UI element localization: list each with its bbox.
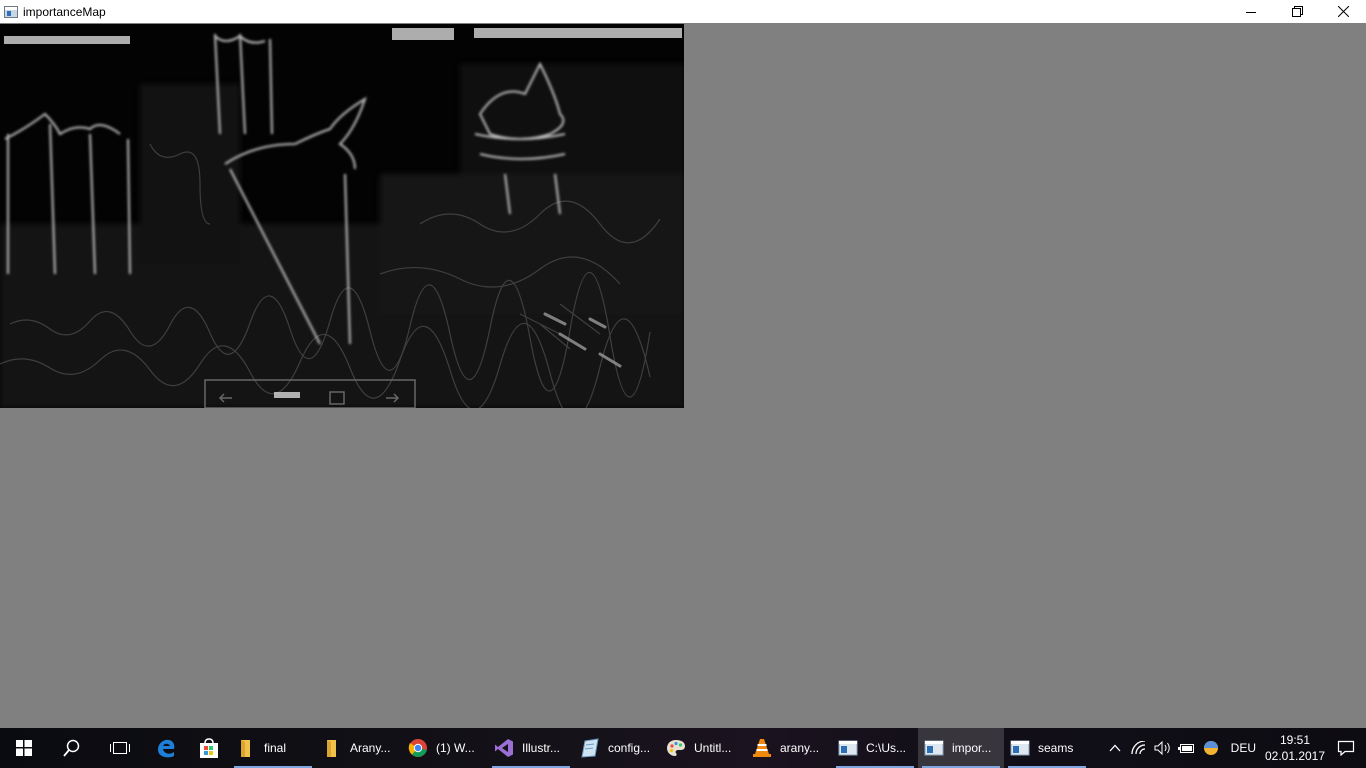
close-icon	[1337, 6, 1349, 17]
app-window-icon[interactable]	[4, 5, 18, 18]
search-button[interactable]	[48, 728, 96, 768]
minimize-button[interactable]	[1228, 0, 1274, 23]
taskbar-app-label: seams	[1038, 741, 1074, 755]
taskbar-app-label: C:\Us...	[866, 741, 907, 755]
close-button[interactable]	[1320, 0, 1366, 23]
edge-icon	[157, 739, 174, 758]
start-button[interactable]	[0, 728, 48, 768]
volume-icon	[1154, 741, 1170, 755]
chevron-up-icon	[1109, 744, 1121, 752]
search-icon	[63, 739, 80, 757]
chrome-icon	[408, 739, 427, 757]
folder-icon	[327, 740, 336, 757]
notepad-icon	[581, 738, 599, 758]
window-controls	[1228, 0, 1366, 23]
taskbar-app-label: Illustr...	[522, 741, 561, 755]
windows-start-icon	[16, 740, 32, 756]
network-button[interactable]	[1127, 728, 1151, 768]
notification-icon	[1337, 740, 1355, 756]
taskbar-app-final[interactable]: final	[230, 728, 316, 768]
taskbar-app-arany-folder[interactable]: Arany...	[316, 728, 402, 768]
taskbar-app-paint[interactable]: Untitl...	[660, 728, 746, 768]
wifi-icon	[1131, 741, 1145, 755]
store-icon	[199, 738, 218, 758]
minimize-icon	[1246, 11, 1256, 13]
task-view-button[interactable]	[96, 728, 144, 768]
taskbar-app-console-1[interactable]: C:\Us...	[832, 728, 918, 768]
title-bar: importanceMap	[0, 0, 1366, 23]
clock[interactable]: 19:51 02.01.2017	[1264, 732, 1326, 764]
vlc-icon	[753, 739, 771, 757]
taskbar-app-label: arany...	[780, 741, 820, 755]
taskbar-app-vlc[interactable]: arany...	[746, 728, 832, 768]
taskbar-app-notepad[interactable]: config...	[574, 728, 660, 768]
input-language[interactable]: DEU	[1223, 741, 1264, 755]
tray-app-button[interactable]	[1199, 728, 1223, 768]
restore-icon	[1291, 6, 1303, 17]
battery-button[interactable]	[1175, 728, 1199, 768]
folder-icon	[241, 740, 250, 757]
console-window-icon	[1010, 740, 1030, 756]
paint-icon	[667, 740, 685, 756]
restore-button[interactable]	[1274, 0, 1320, 23]
importance-map-image	[0, 24, 684, 408]
taskbar-app-label: final	[264, 741, 287, 755]
action-center-button[interactable]	[1326, 728, 1366, 768]
taskbar: final Arany... (1) W... Illustr... confi…	[0, 728, 1366, 768]
volume-button[interactable]	[1151, 728, 1175, 768]
show-hidden-icons-button[interactable]	[1103, 728, 1127, 768]
taskbar-app-importancemap[interactable]: impor...	[918, 728, 1004, 768]
task-view-icon	[110, 742, 130, 754]
clock-time: 19:51	[1279, 733, 1311, 747]
battery-icon	[1177, 744, 1194, 753]
taskbar-app-label: impor...	[952, 741, 992, 755]
taskbar-app-label: Arany...	[350, 741, 391, 755]
clock-date: 02.01.2017	[1264, 749, 1326, 763]
taskbar-app-seams[interactable]: seams	[1004, 728, 1090, 768]
visual-studio-icon	[495, 739, 513, 757]
taskbar-app-visual-studio[interactable]: Illustr...	[488, 728, 574, 768]
console-window-icon	[838, 740, 858, 756]
console-window-icon	[924, 740, 944, 756]
taskbar-app-label: (1) W...	[436, 741, 475, 755]
color-ball-icon	[1203, 741, 1218, 755]
taskbar-pin-edge[interactable]	[144, 728, 187, 768]
taskbar-app-chrome[interactable]: (1) W...	[402, 728, 488, 768]
taskbar-app-label: Untitl...	[694, 741, 732, 755]
taskbar-app-label: config...	[608, 741, 651, 755]
window-title: importanceMap	[23, 4, 106, 19]
system-tray: DEU 19:51 02.01.2017	[1103, 728, 1366, 768]
taskbar-pin-store[interactable]	[187, 728, 230, 768]
